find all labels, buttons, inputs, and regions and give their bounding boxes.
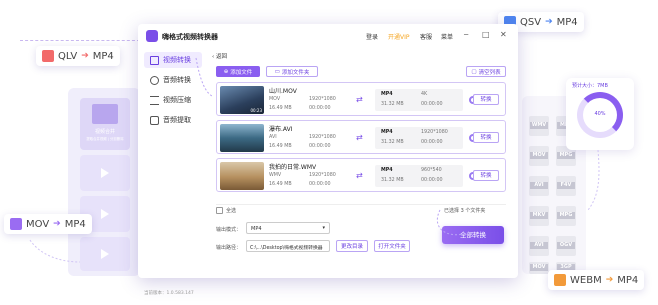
decor-curves xyxy=(29,57,600,263)
